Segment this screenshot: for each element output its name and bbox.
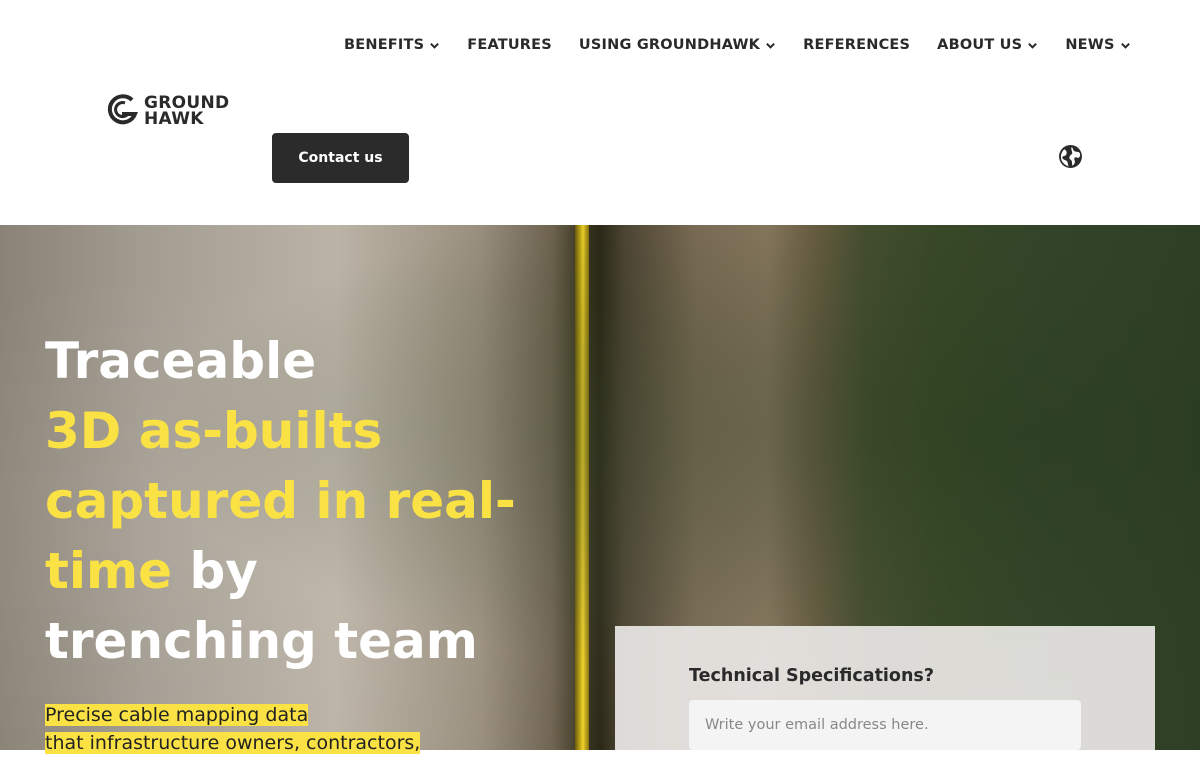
site-logo[interactable]: GROUND HAWK	[106, 94, 229, 128]
nav-item-using-groundhawk[interactable]: USING GROUNDHAWK	[579, 33, 776, 57]
hero-title-rest: trenching team	[45, 612, 478, 670]
hero-title-by: by	[189, 542, 258, 600]
nav-item-news[interactable]: NEWS	[1065, 33, 1130, 57]
groundhawk-logo-icon	[107, 94, 138, 125]
nav-item-benefits[interactable]: BENEFITS	[344, 33, 440, 57]
hero-subtitle-line-1: Precise cable mapping data	[45, 704, 309, 726]
hero-title-highlight: 3D as-builts captured in real-time	[45, 402, 516, 600]
spec-request-title: Technical Specifications?	[689, 666, 934, 686]
nav-item-label: BENEFITS	[344, 37, 425, 53]
contact-us-button[interactable]: Contact us	[272, 133, 409, 183]
nav-item-label: NEWS	[1065, 37, 1115, 53]
hero-subtitle-line-2: that infrastructure owners, contractors,	[45, 732, 421, 754]
email-field[interactable]	[689, 700, 1081, 750]
logo-wordmark: GROUND HAWK	[144, 95, 229, 129]
nav-item-label: ABOUT US	[937, 37, 1023, 53]
logo-line-2: HAWK	[144, 109, 204, 129]
chevron-down-icon	[1120, 42, 1130, 49]
chevron-down-icon	[766, 42, 775, 49]
globe-icon[interactable]	[1058, 144, 1083, 169]
nav-item-references[interactable]: REFERENCES	[803, 33, 910, 57]
main-nav: BENEFITS FEATURES USING GROUNDHAWK REFER…	[344, 33, 1131, 57]
nav-item-label: USING GROUNDHAWK	[578, 37, 761, 53]
chevron-down-icon	[1028, 42, 1038, 49]
chevron-down-icon	[430, 42, 440, 49]
nav-item-label: FEATURES	[467, 37, 552, 53]
hero-subtitle: Precise cable mapping data that infrastr…	[45, 701, 421, 757]
hero-title: Traceable 3D as-builts captured in real-…	[45, 326, 565, 676]
hero-title-line-1: Traceable	[45, 332, 317, 390]
nav-item-label: REFERENCES	[803, 37, 911, 53]
site-header: BENEFITS FEATURES USING GROUNDHAWK REFER…	[0, 0, 1200, 225]
nav-item-about-us[interactable]: ABOUT US	[937, 33, 1038, 57]
nav-item-features[interactable]: FEATURES	[467, 33, 552, 57]
